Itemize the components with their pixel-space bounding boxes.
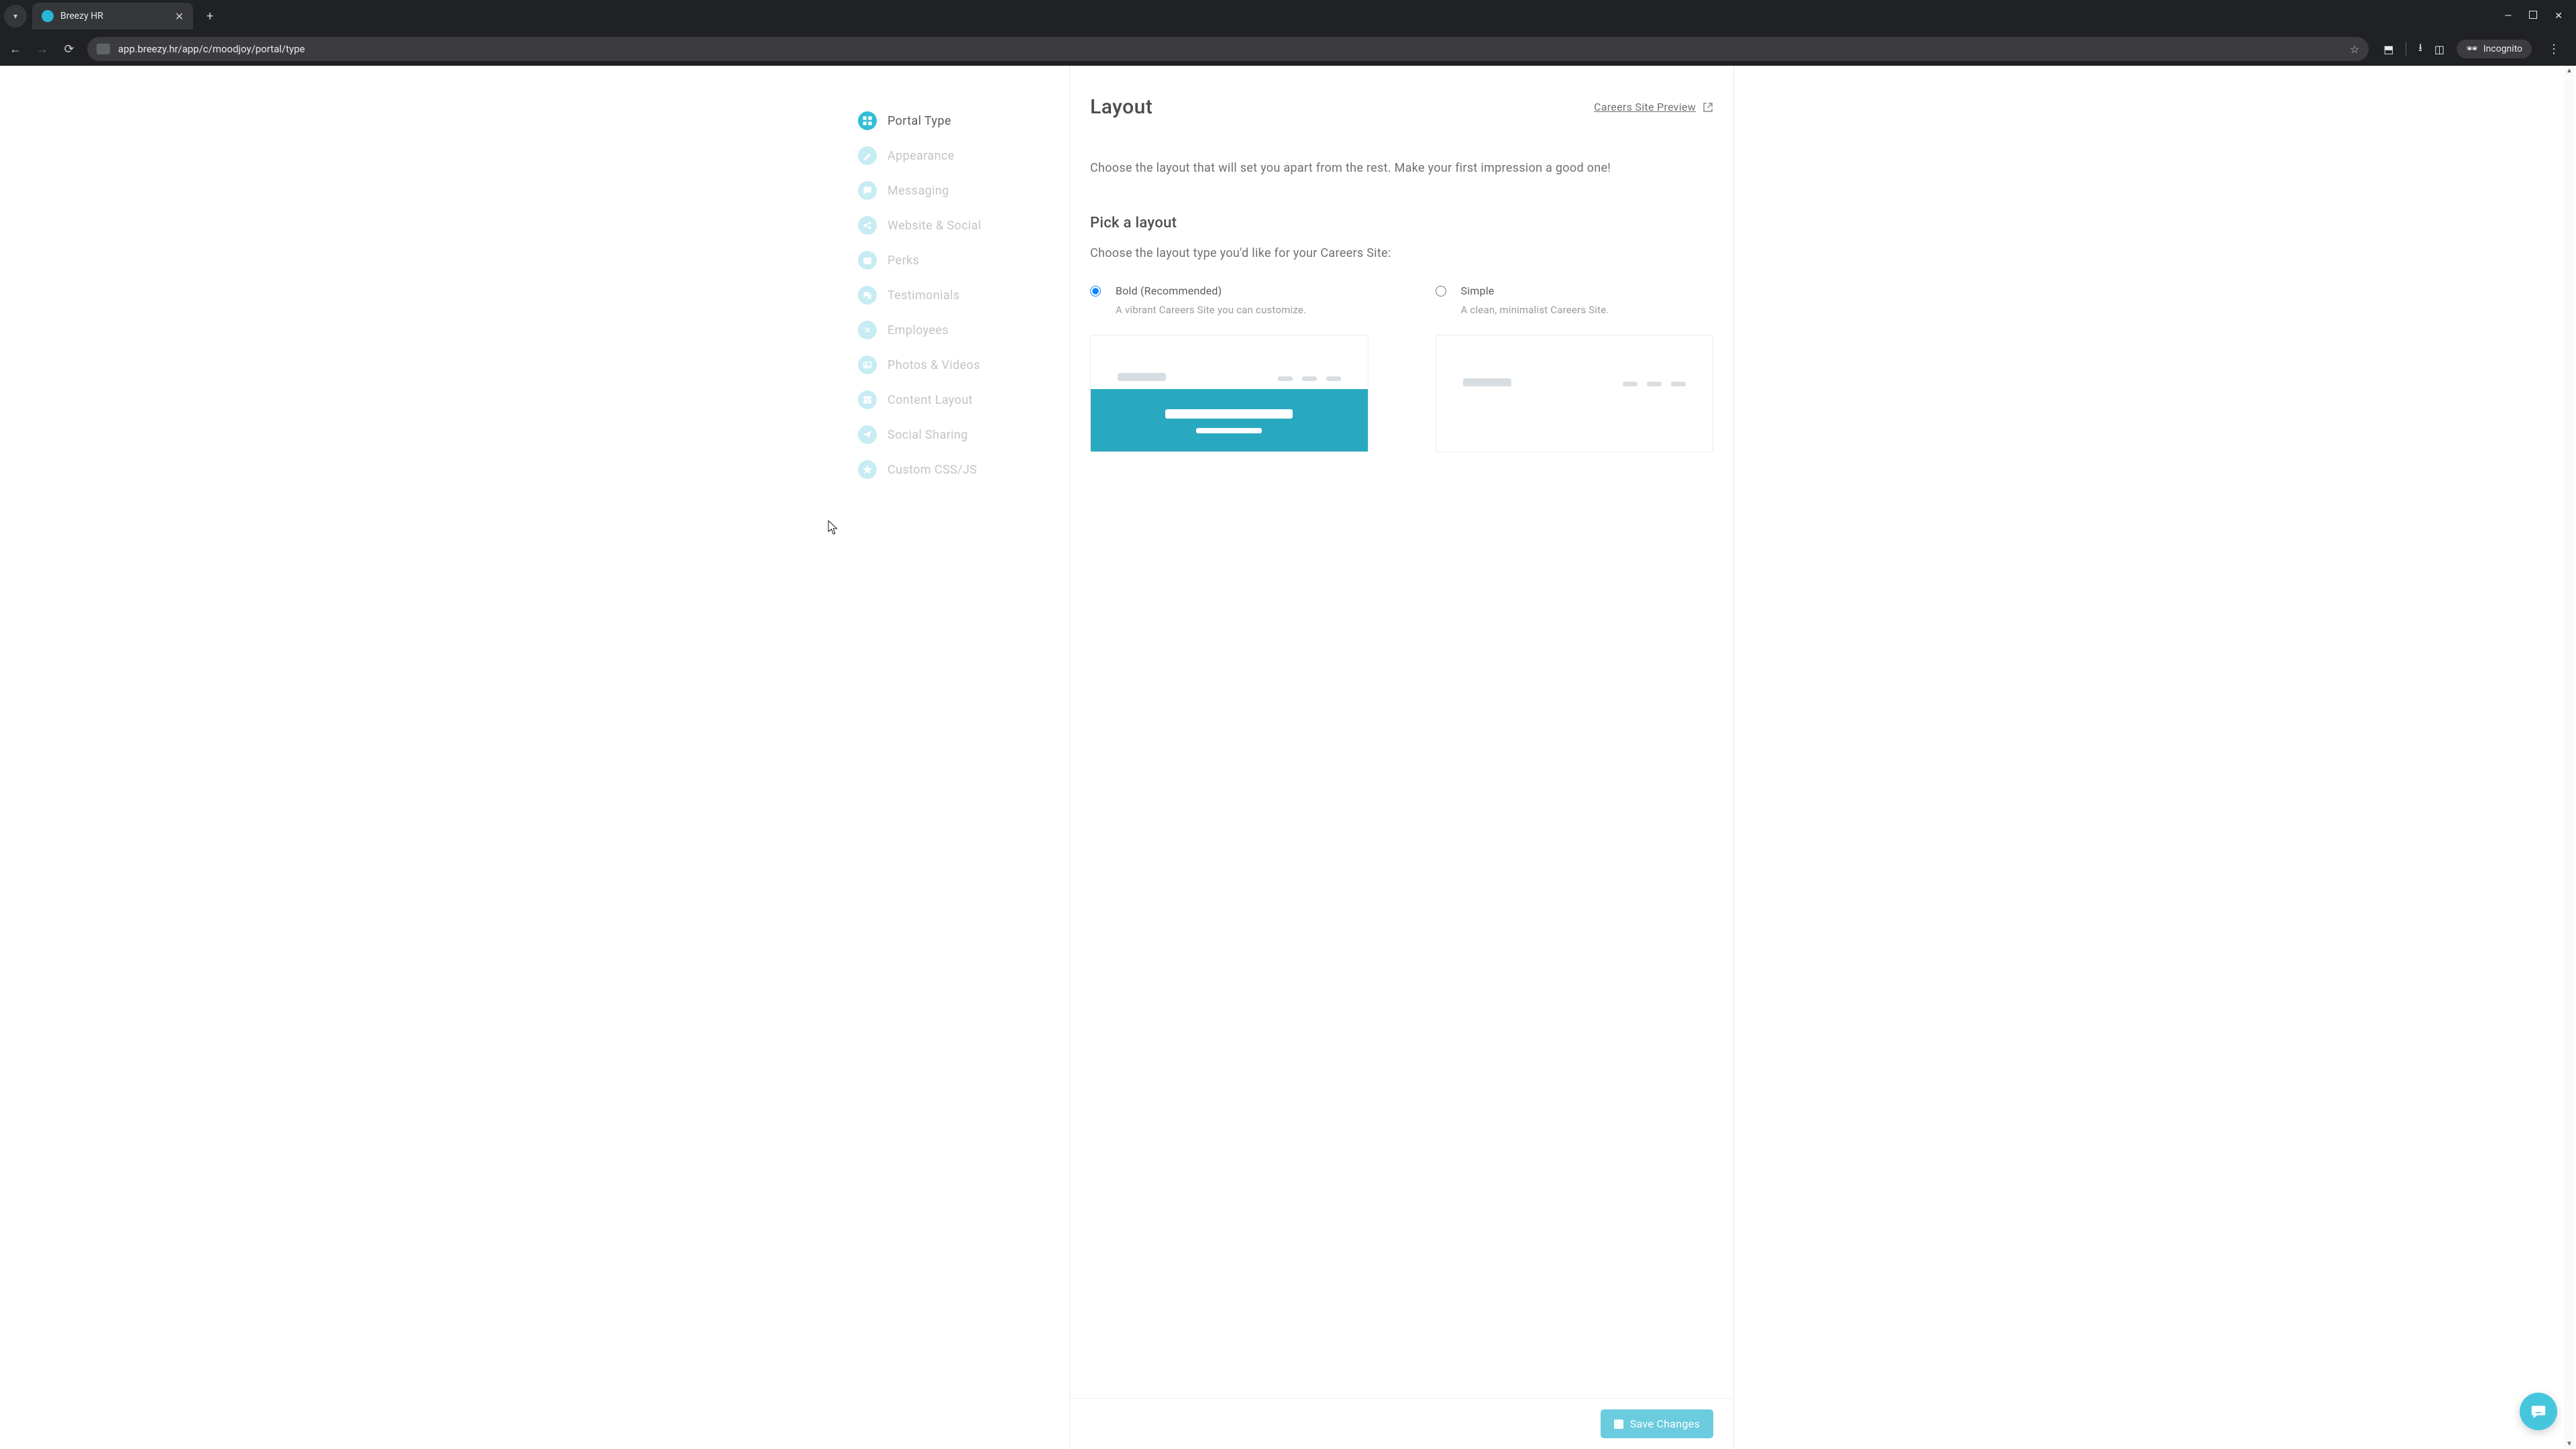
incognito-icon: 🕶 — [2466, 44, 2478, 54]
chat-launcher-button[interactable] — [2520, 1393, 2557, 1430]
chevron-down-icon: ▾ — [13, 11, 17, 21]
sidebar-item-label: Custom CSS/JS — [888, 463, 977, 477]
section-description: Choose the layout type you'd like for yo… — [1090, 246, 1713, 260]
sidebar-item-testimonials[interactable]: Testimonials — [855, 278, 1056, 313]
browser-menu-icon[interactable]: ⋮ — [2544, 42, 2564, 56]
page-title: Layout — [1090, 95, 1152, 119]
nav-back-icon[interactable]: ← — [7, 42, 24, 56]
layout-option-simple[interactable]: Simple A clean, minimalist Careers Site. — [1436, 284, 1714, 452]
layout-preview-simple — [1436, 335, 1714, 452]
sidebar-item-messaging[interactable]: Messaging — [855, 173, 1056, 208]
tab-search-dropdown[interactable]: ▾ — [4, 5, 27, 28]
layout-option-bold[interactable]: Bold (Recommended) A vibrant Careers Sit… — [1090, 284, 1368, 452]
layout-option-title: Simple — [1461, 284, 1609, 297]
sidebar-item-label: Appearance — [888, 149, 955, 163]
main-content: Layout Careers Site Preview Choose the l… — [1070, 66, 1734, 1449]
browser-chrome: ▾ Breezy HR ✕ + — ✕ ← → ⟳ app.breezy.hr/… — [0, 0, 2576, 66]
browser-tab[interactable]: Breezy HR ✕ — [32, 3, 193, 30]
save-icon — [1614, 1419, 1623, 1429]
chat-icon — [858, 286, 877, 305]
address-bar[interactable]: app.breezy.hr/app/c/moodjoy/portal/type … — [87, 37, 2369, 61]
sidebar-item-website-social[interactable]: Website & Social — [855, 208, 1056, 243]
sidebar-item-content-layout[interactable]: Content Layout — [855, 382, 1056, 417]
window-controls: — ✕ — [2504, 11, 2572, 21]
sidebar-item-label: Messaging — [888, 184, 949, 198]
save-button-label: Save Changes — [1630, 1417, 1700, 1430]
settings-sidebar: Portal Type Appearance Messaging Website… — [842, 66, 1070, 1449]
sidebar-item-appearance[interactable]: Appearance — [855, 138, 1056, 173]
nav-forward-icon[interactable]: → — [34, 42, 51, 56]
share-icon — [858, 216, 877, 235]
sidebar-item-photos-videos[interactable]: Photos & Videos — [855, 347, 1056, 382]
new-tab-button[interactable]: + — [200, 6, 220, 26]
save-bar: Save Changes — [1070, 1398, 1733, 1449]
toolbar-right-icons: ⬒ ⭳ ◫ 🕶 Incognito ⋮ — [2378, 40, 2569, 58]
tab-close-icon[interactable]: ✕ — [175, 10, 184, 23]
layout-description: Choose the layout that will set you apar… — [1090, 159, 1713, 177]
close-circle-icon — [858, 321, 877, 339]
preview-link-label: Careers Site Preview — [1594, 101, 1696, 113]
layout-option-subtitle: A clean, minimalist Careers Site. — [1461, 304, 1609, 316]
sidebar-item-label: Employees — [888, 323, 949, 337]
grid-icon — [858, 111, 877, 130]
incognito-label: Incognito — [2483, 44, 2522, 54]
chat-icon — [2530, 1403, 2547, 1420]
star-icon — [858, 460, 877, 479]
window-close-icon[interactable]: ✕ — [2555, 11, 2563, 21]
sidebar-item-employees[interactable]: Employees — [855, 313, 1056, 347]
layout-radio-bold[interactable] — [1090, 286, 1101, 297]
layout-option-title: Bold (Recommended) — [1116, 284, 1306, 297]
section-title: Pick a layout — [1090, 215, 1713, 231]
message-icon — [858, 181, 877, 200]
page-scrollbar[interactable]: ▲ ▼ — [2564, 66, 2575, 1449]
layout-radio-simple[interactable] — [1436, 286, 1446, 297]
window-maximize-icon[interactable] — [2529, 11, 2537, 19]
scroll-down-arrow-icon[interactable]: ▼ — [2564, 1440, 2575, 1448]
save-changes-button[interactable]: Save Changes — [1601, 1409, 1713, 1438]
main-header: Layout Careers Site Preview — [1090, 95, 1713, 119]
scroll-up-arrow-icon[interactable]: ▲ — [2564, 67, 2575, 74]
page-viewport: ▲ ▼ Portal Type Appearance Messa — [0, 66, 2576, 1449]
nav-reload-icon[interactable]: ⟳ — [60, 42, 78, 56]
image-icon — [858, 356, 877, 374]
sidebar-item-portal-type[interactable]: Portal Type — [855, 103, 1056, 138]
site-info-icon[interactable] — [97, 44, 110, 54]
sidepanel-icon[interactable]: ◫ — [2434, 43, 2445, 56]
tab-title: Breezy HR — [60, 11, 168, 21]
sidebar-item-perks[interactable]: Perks — [855, 243, 1056, 278]
sidebar-item-label: Photos & Videos — [888, 358, 980, 372]
layout-option-subtitle: A vibrant Careers Site you can customize… — [1116, 304, 1306, 316]
incognito-badge[interactable]: 🕶 Incognito — [2457, 40, 2532, 58]
sidebar-item-label: Perks — [888, 254, 919, 268]
window-minimize-icon[interactable]: — — [2504, 11, 2512, 21]
gift-icon — [858, 251, 877, 270]
sidebar-item-label: Portal Type — [888, 114, 951, 128]
extensions-icon[interactable]: ⬒ — [2383, 43, 2394, 56]
brush-icon — [858, 146, 877, 165]
careers-site-preview-link[interactable]: Careers Site Preview — [1594, 101, 1713, 113]
layout-options: Bold (Recommended) A vibrant Careers Sit… — [1090, 284, 1713, 452]
external-link-icon — [1703, 102, 1713, 113]
sidebar-item-label: Website & Social — [888, 219, 981, 233]
send-icon — [858, 425, 877, 444]
downloads-icon[interactable]: ⭳ — [2418, 40, 2422, 58]
sidebar-item-social-sharing[interactable]: Social Sharing — [855, 417, 1056, 452]
browser-titlebar: ▾ Breezy HR ✕ + — ✕ — [0, 0, 2576, 32]
sidebar-item-custom-css-js[interactable]: Custom CSS/JS — [855, 452, 1056, 487]
sidebar-item-label: Testimonials — [888, 288, 960, 303]
layout-icon — [858, 390, 877, 409]
browser-toolbar: ← → ⟳ app.breezy.hr/app/c/moodjoy/portal… — [0, 32, 2576, 66]
url-text: app.breezy.hr/app/c/moodjoy/portal/type — [118, 43, 2342, 55]
sidebar-item-label: Social Sharing — [888, 428, 968, 442]
layout-preview-bold — [1090, 335, 1368, 452]
plus-icon: + — [207, 9, 213, 23]
tab-favicon-icon — [42, 10, 54, 22]
bookmark-star-icon[interactable]: ☆ — [2350, 43, 2359, 56]
sidebar-item-label: Content Layout — [888, 393, 973, 407]
